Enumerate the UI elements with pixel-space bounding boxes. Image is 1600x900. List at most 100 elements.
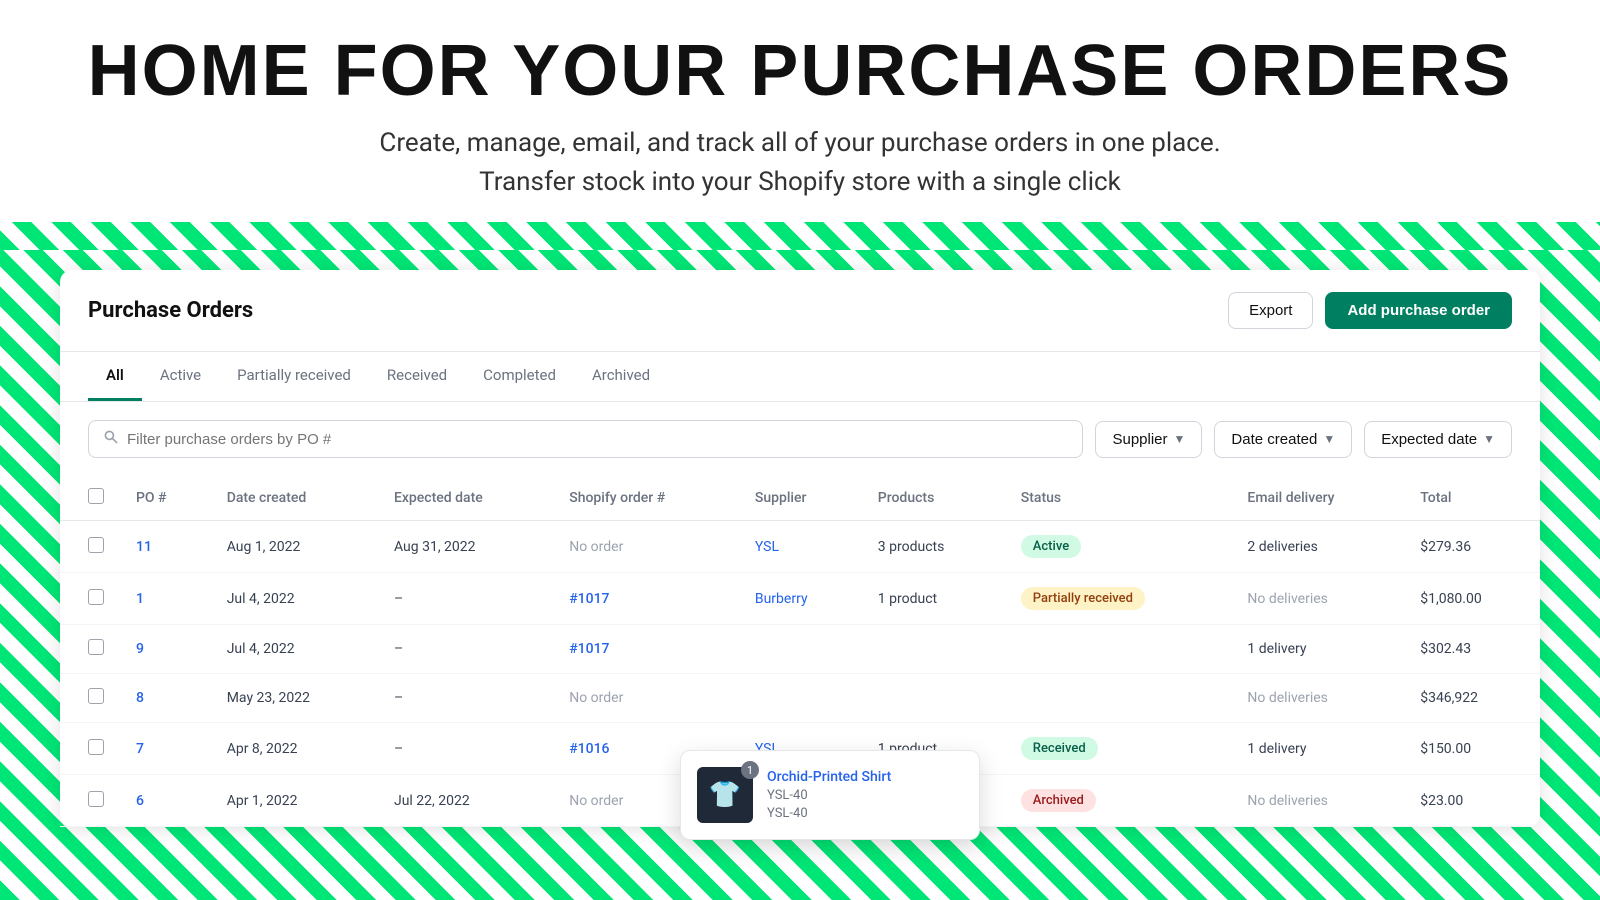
date-created-cell: Jul 4, 2022 bbox=[211, 625, 378, 674]
table-row: 1 Jul 4, 2022 – #1017 Burberry 1 product… bbox=[60, 573, 1540, 625]
shopify-order-link[interactable]: #1017 bbox=[569, 591, 609, 607]
supplier-cell: YSL bbox=[739, 521, 862, 573]
products-cell: 1 product bbox=[862, 573, 1005, 625]
col-header-po: PO # bbox=[120, 476, 211, 521]
supplier-filter-button[interactable]: Supplier ▼ bbox=[1095, 421, 1202, 458]
expected-date-filter-button[interactable]: Expected date ▼ bbox=[1364, 421, 1512, 458]
email-delivery-cell: 2 deliveries bbox=[1231, 521, 1404, 573]
tab-completed[interactable]: Completed bbox=[465, 352, 574, 401]
supplier-cell bbox=[739, 674, 862, 723]
po-link[interactable]: 1 bbox=[136, 591, 144, 607]
search-wrapper bbox=[88, 420, 1083, 458]
products-cell: 3 products bbox=[862, 521, 1005, 573]
status-cell: Partially received bbox=[1005, 573, 1232, 625]
email-delivery-cell: No deliveries bbox=[1231, 674, 1404, 723]
products-cell bbox=[862, 674, 1005, 723]
status-cell: Archived bbox=[1005, 775, 1232, 827]
col-header-products: Products bbox=[862, 476, 1005, 521]
supplier-cell: Burberry bbox=[739, 573, 862, 625]
shopify-order-cell: #1017 bbox=[553, 625, 739, 674]
chevron-down-icon: ▼ bbox=[1174, 432, 1186, 446]
add-purchase-order-button[interactable]: Add purchase order bbox=[1325, 292, 1512, 329]
expected-date-cell: – bbox=[378, 625, 553, 674]
status-cell bbox=[1005, 625, 1232, 674]
product-variant-2: YSL-40 bbox=[767, 806, 891, 821]
po-link[interactable]: 9 bbox=[136, 641, 144, 657]
status-badge: Archived bbox=[1021, 789, 1096, 812]
shopify-order-link[interactable]: #1016 bbox=[569, 741, 609, 757]
chevron-down-icon: ▼ bbox=[1323, 432, 1335, 446]
status-cell bbox=[1005, 674, 1232, 723]
col-header-total: Total bbox=[1404, 476, 1540, 521]
table-row: 9 Jul 4, 2022 – #1017 1 delivery $302.43 bbox=[60, 625, 1540, 674]
expected-date-cell: – bbox=[378, 723, 553, 775]
row-checkbox[interactable] bbox=[88, 639, 104, 655]
row-checkbox[interactable] bbox=[88, 537, 104, 553]
tab-all[interactable]: All bbox=[88, 352, 142, 401]
row-checkbox[interactable] bbox=[88, 791, 104, 807]
row-checkbox[interactable] bbox=[88, 739, 104, 755]
card-title: Purchase Orders bbox=[88, 298, 253, 323]
product-count-badge: 1 bbox=[741, 761, 759, 779]
expected-date-cell: – bbox=[378, 573, 553, 625]
tab-received[interactable]: Received bbox=[369, 352, 465, 401]
col-header-status: Status bbox=[1005, 476, 1232, 521]
date-created-filter-button[interactable]: Date created ▼ bbox=[1214, 421, 1352, 458]
tab-active[interactable]: Active bbox=[142, 352, 219, 401]
status-cell: Received bbox=[1005, 723, 1232, 775]
total-cell: $150.00 bbox=[1404, 723, 1540, 775]
col-header-email-delivery: Email delivery bbox=[1231, 476, 1404, 521]
total-cell: $346,922 bbox=[1404, 674, 1540, 723]
shopify-order-text: No order bbox=[569, 539, 623, 555]
total-cell: $23.00 bbox=[1404, 775, 1540, 827]
card-header: Purchase Orders Export Add purchase orde… bbox=[60, 270, 1540, 352]
date-created-cell: Jul 4, 2022 bbox=[211, 573, 378, 625]
tooltip-info: Orchid-Printed Shirt YSL-40 YSL-40 bbox=[767, 769, 891, 821]
table-row: 11 Aug 1, 2022 Aug 31, 2022 No order YSL… bbox=[60, 521, 1540, 573]
date-created-cell: Apr 8, 2022 bbox=[211, 723, 378, 775]
shopify-order-cell: #1017 bbox=[553, 573, 739, 625]
table-row: 8 May 23, 2022 – No order No deliveries … bbox=[60, 674, 1540, 723]
email-delivery-cell: 1 delivery bbox=[1231, 723, 1404, 775]
col-header-supplier: Supplier bbox=[739, 476, 862, 521]
email-delivery-cell: 1 delivery bbox=[1231, 625, 1404, 674]
select-all-checkbox[interactable] bbox=[88, 488, 104, 504]
col-header-expected-date: Expected date bbox=[378, 476, 553, 521]
shopify-order-text: No order bbox=[569, 690, 623, 706]
expected-date-cell: Jul 22, 2022 bbox=[378, 775, 553, 827]
row-checkbox[interactable] bbox=[88, 688, 104, 704]
expected-date-cell: – bbox=[378, 674, 553, 723]
tab-archived[interactable]: Archived bbox=[574, 352, 668, 401]
shirt-icon: 👕 bbox=[709, 780, 741, 810]
shopify-order-text: No order bbox=[569, 793, 623, 809]
header-actions: Export Add purchase order bbox=[1228, 292, 1512, 329]
hero-title: HOME FOR YOUR PURCHASE ORDERS bbox=[20, 30, 1580, 112]
search-input[interactable] bbox=[127, 431, 1068, 448]
po-link[interactable]: 11 bbox=[136, 539, 152, 555]
total-cell: $279.36 bbox=[1404, 521, 1540, 573]
hero-section: HOME FOR YOUR PURCHASE ORDERS Create, ma… bbox=[0, 0, 1600, 222]
export-button[interactable]: Export bbox=[1228, 292, 1313, 329]
product-variant-1: YSL-40 bbox=[767, 788, 891, 803]
chevron-down-icon: ▼ bbox=[1483, 432, 1495, 446]
stripe-border-top bbox=[0, 222, 1600, 250]
tabs-bar: All Active Partially received Received C… bbox=[60, 352, 1540, 402]
po-link[interactable]: 6 bbox=[136, 793, 144, 809]
date-created-cell: May 23, 2022 bbox=[211, 674, 378, 723]
hero-subtitle-1: Create, manage, email, and track all of … bbox=[20, 124, 1580, 202]
row-checkbox[interactable] bbox=[88, 589, 104, 605]
status-badge: Active bbox=[1021, 535, 1081, 558]
product-tooltip: 👕 1 Orchid-Printed Shirt YSL-40 YSL-40 bbox=[680, 750, 980, 840]
supplier-link[interactable]: Burberry bbox=[755, 591, 808, 607]
col-header-date-created: Date created bbox=[211, 476, 378, 521]
date-created-cell: Aug 1, 2022 bbox=[211, 521, 378, 573]
shopify-order-link[interactable]: #1017 bbox=[569, 641, 609, 657]
tab-partially-received[interactable]: Partially received bbox=[219, 352, 369, 401]
po-link[interactable]: 7 bbox=[136, 741, 144, 757]
email-delivery-cell: No deliveries bbox=[1231, 775, 1404, 827]
po-link[interactable]: 8 bbox=[136, 690, 144, 706]
product-name[interactable]: Orchid-Printed Shirt bbox=[767, 769, 891, 785]
supplier-link[interactable]: YSL bbox=[755, 539, 779, 555]
main-wrapper: Purchase Orders Export Add purchase orde… bbox=[0, 250, 1600, 900]
filters-row: Supplier ▼ Date created ▼ Expected date … bbox=[60, 402, 1540, 476]
